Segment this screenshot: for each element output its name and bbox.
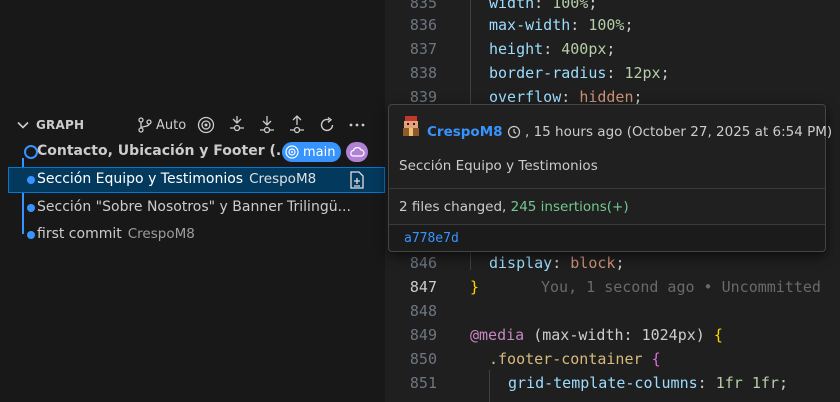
line-number: 836 bbox=[409, 16, 437, 34]
ellipsis-icon bbox=[349, 123, 365, 127]
cloud-icon bbox=[350, 147, 365, 157]
css-property: grid-template-columns bbox=[508, 374, 698, 392]
commit-node bbox=[27, 231, 35, 239]
go-to-current-button[interactable] bbox=[197, 115, 215, 135]
line-number: 850 bbox=[409, 350, 437, 368]
push-button[interactable] bbox=[288, 115, 306, 135]
css-value: 12px bbox=[624, 64, 661, 82]
media-condition: (max-width: 1024px) bbox=[533, 326, 705, 344]
commit-message: first commit CrespoM8 bbox=[37, 226, 195, 242]
css-value: 100% bbox=[588, 16, 625, 34]
commit-hover-card: CrespoM8 , 15 hours ago (October 27, 202… bbox=[388, 104, 832, 252]
code-line: 837 height: 400px; bbox=[385, 38, 840, 62]
commit-row[interactable]: first commit CrespoM8 bbox=[8, 222, 385, 248]
branch-badge-main[interactable]: main bbox=[282, 142, 342, 162]
git-branch-icon bbox=[138, 117, 152, 133]
avatar bbox=[403, 116, 419, 136]
line-number: 846 bbox=[409, 254, 437, 272]
insertions-count: 245 insertions(+) bbox=[510, 199, 629, 215]
refresh-icon bbox=[320, 116, 334, 132]
css-property: height bbox=[489, 40, 544, 58]
inline-blame: You, 1 second ago • Uncommitted bbox=[541, 278, 821, 296]
code-line-current: 847 } You, 1 second ago • Uncommitted bbox=[385, 276, 840, 300]
css-value: 400px bbox=[561, 40, 607, 58]
divider bbox=[389, 224, 825, 225]
css-property: display bbox=[489, 254, 553, 272]
commit-row-head[interactable]: Contacto, Ubicación y Footer (... main bbox=[8, 139, 385, 165]
source-control-panel: GRAPH Auto Contacto, Ubicación y Footer … bbox=[0, 0, 385, 402]
head-commit-node bbox=[24, 145, 38, 159]
css-value: 100% bbox=[552, 0, 589, 12]
refresh-button[interactable] bbox=[318, 115, 336, 135]
commit-row-selected[interactable]: Sección Equipo y Testimonios CrespoM8 bbox=[8, 167, 385, 193]
css-property: border-radius bbox=[489, 64, 607, 82]
graph-title: GRAPH bbox=[36, 118, 85, 132]
more-actions-button[interactable] bbox=[348, 115, 366, 135]
graph-section-header[interactable]: GRAPH Auto bbox=[0, 112, 385, 138]
code-line: 838 border-radius: 12px; bbox=[385, 62, 840, 86]
commit-message: Sección Equipo y Testimonios CrespoM8 bbox=[37, 171, 317, 187]
open-changes-icon[interactable] bbox=[348, 170, 366, 190]
code-line: 851 grid-template-columns: 1fr 1fr; bbox=[385, 372, 840, 396]
commit-message: Sección Equipo y Testimonios bbox=[399, 158, 598, 174]
chevron-down-icon[interactable] bbox=[15, 117, 31, 133]
line-number: 837 bbox=[409, 40, 437, 58]
line-number: 847 bbox=[409, 278, 437, 296]
css-selector: .footer-container bbox=[489, 350, 643, 368]
auto-fetch-button[interactable]: Auto bbox=[137, 115, 186, 135]
divider bbox=[389, 188, 825, 189]
push-icon bbox=[290, 115, 304, 134]
commit-author-link[interactable]: CrespoM8 bbox=[427, 124, 503, 140]
commit-message: Contacto, Ubicación y Footer (... bbox=[37, 143, 292, 159]
branch-name: main bbox=[303, 144, 336, 160]
commit-message: Sección "Sobre Nosotros" y Banner Trilin… bbox=[37, 199, 351, 215]
target-icon bbox=[197, 116, 215, 134]
remote-badge[interactable] bbox=[346, 142, 368, 162]
commit-author: CrespoM8 bbox=[249, 171, 317, 187]
files-changed: 2 files changed, 245 insertions(+) bbox=[399, 199, 629, 215]
css-value: 1fr 1fr bbox=[715, 374, 779, 392]
closing-brace: } bbox=[470, 278, 480, 296]
code-line: 848 bbox=[385, 300, 840, 324]
css-property: max-width bbox=[489, 16, 571, 34]
pull-icon bbox=[260, 116, 274, 134]
commit-sha-link[interactable]: a778e7d bbox=[404, 231, 459, 246]
fetch-icon bbox=[230, 116, 244, 132]
history-icon bbox=[507, 125, 521, 139]
commit-node bbox=[27, 176, 35, 184]
pull-button[interactable] bbox=[258, 115, 276, 135]
fetch-button[interactable] bbox=[228, 115, 246, 135]
line-number: 849 bbox=[409, 326, 437, 344]
css-value: block bbox=[570, 254, 616, 272]
line-number: 838 bbox=[409, 64, 437, 82]
commit-author: CrespoM8 bbox=[127, 226, 195, 242]
commit-time: , 15 hours ago (October 27, 2025 at 6:54… bbox=[507, 124, 832, 140]
target-icon bbox=[285, 145, 299, 159]
code-line: 850 .footer-container { bbox=[385, 348, 840, 372]
line-number: 835 bbox=[409, 0, 437, 12]
css-property: width bbox=[489, 0, 535, 12]
commit-node bbox=[27, 204, 35, 212]
auto-label: Auto bbox=[156, 117, 187, 133]
line-number: 851 bbox=[409, 374, 437, 392]
code-line: 849 @media (max-width: 1024px) { bbox=[385, 324, 840, 348]
commit-row[interactable]: Sección "Sobre Nosotros" y Banner Trilin… bbox=[8, 195, 385, 221]
code-line: 836 max-width: 100%; bbox=[385, 14, 840, 38]
code-line: 846 display: block; bbox=[385, 252, 840, 276]
at-rule: @media bbox=[470, 326, 525, 344]
line-number: 848 bbox=[409, 302, 437, 320]
